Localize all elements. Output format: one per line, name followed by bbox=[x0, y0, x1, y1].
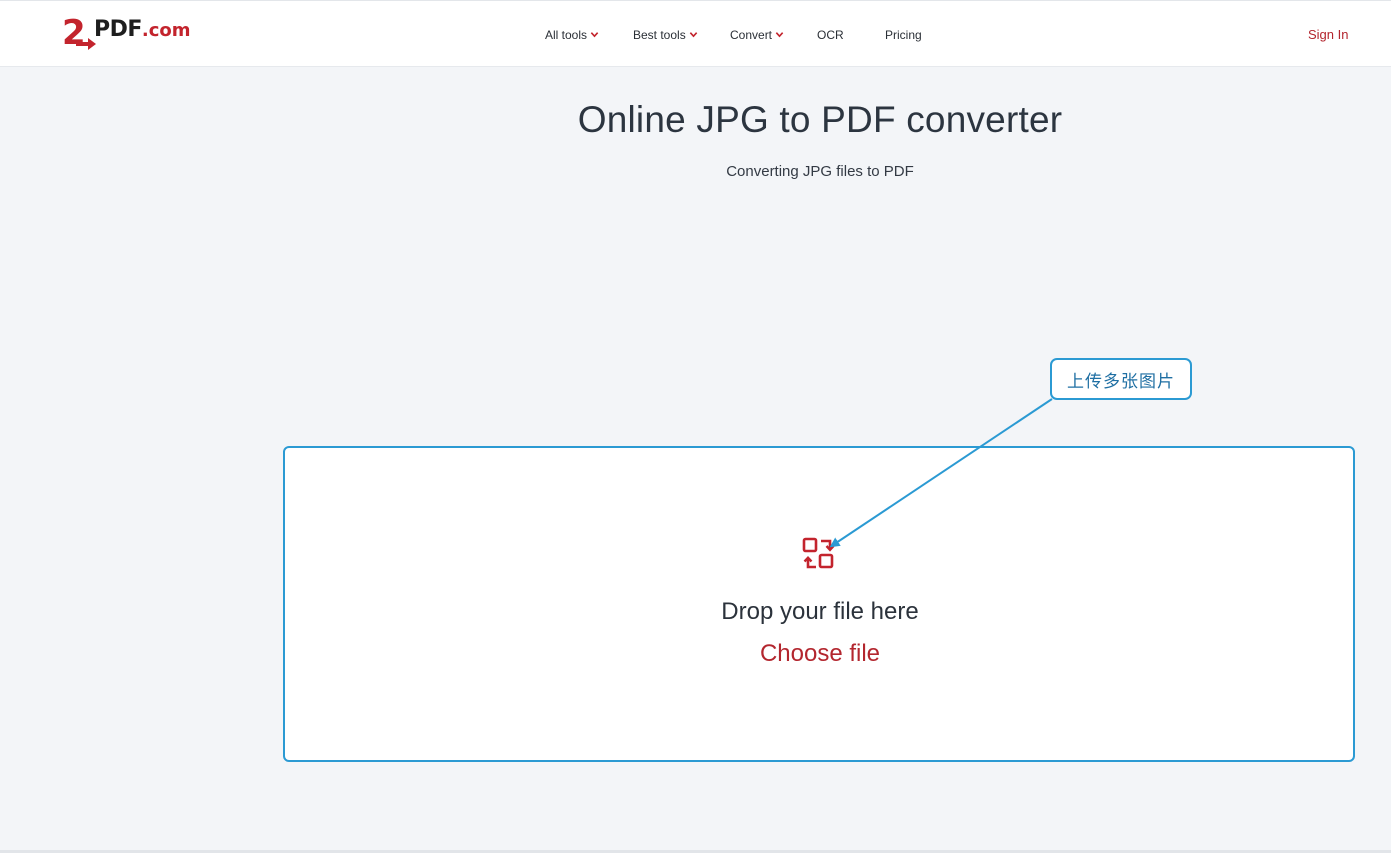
sign-in-link[interactable]: Sign In bbox=[1308, 27, 1348, 42]
top-header: 2 PDF.com All tools Best tools Convert O… bbox=[0, 0, 1391, 67]
nav-all-tools[interactable]: All tools bbox=[545, 28, 599, 42]
nav-convert-label: Convert bbox=[730, 28, 773, 42]
nav-pricing-label: Pricing bbox=[885, 28, 922, 42]
nav-pricing[interactable]: Pricing bbox=[885, 28, 922, 42]
nav-convert[interactable]: Convert bbox=[730, 28, 784, 42]
upload-files-icon[interactable] bbox=[802, 537, 836, 571]
main-nav: All tools Best tools Convert OCR Pricing bbox=[0, 1, 1391, 68]
page-subtitle: Converting JPG files to PDF bbox=[726, 163, 914, 180]
choose-file-button[interactable]: Choose file bbox=[660, 640, 980, 668]
chevron-down-icon bbox=[689, 32, 697, 38]
page-title: Online JPG to PDF converter bbox=[577, 99, 1063, 140]
nav-ocr-label: OCR bbox=[817, 28, 844, 42]
nav-all-tools-label: All tools bbox=[545, 28, 588, 42]
nav-best-tools-label: Best tools bbox=[633, 28, 686, 42]
nav-best-tools[interactable]: Best tools bbox=[633, 28, 698, 42]
drop-file-text: Drop your file here bbox=[721, 598, 919, 625]
annotation-callout: 上传多张图片 bbox=[1050, 358, 1192, 400]
chevron-down-icon bbox=[775, 32, 784, 38]
nav-ocr[interactable]: OCR bbox=[817, 28, 844, 42]
chevron-down-icon bbox=[590, 32, 599, 38]
